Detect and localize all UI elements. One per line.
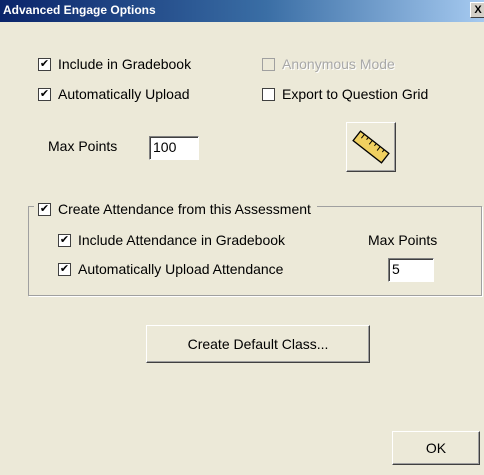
checkbox-box[interactable]: ✔ [58, 262, 71, 276]
ruler-icon [352, 130, 390, 164]
checkbox-box[interactable]: ✔ [38, 87, 51, 101]
ok-button[interactable]: OK [392, 431, 480, 465]
max-points-input[interactable]: 100 [149, 136, 199, 160]
title-bar: Advanced Engage Options [0, 0, 484, 22]
checkbox-box[interactable]: ✔ [38, 57, 51, 71]
window-title: Advanced Engage Options [3, 3, 156, 17]
attendance-upload-checkbox[interactable]: ✔ Automatically Upload Attendance [58, 261, 283, 277]
auto-upload-checkbox[interactable]: ✔ Automatically Upload [38, 86, 190, 102]
attendance-max-points-input[interactable]: 5 [388, 258, 434, 282]
checkbox-box[interactable]: ✔ [38, 202, 51, 216]
attendance-gradebook-checkbox[interactable]: ✔ Include Attendance in Gradebook [58, 232, 285, 248]
attendance-gradebook-label: Include Attendance in Gradebook [78, 232, 286, 248]
auto-upload-label: Automatically Upload [58, 86, 190, 102]
attendance-group [28, 206, 482, 296]
include-gradebook-checkbox[interactable]: ✔ Include in Gradebook [38, 56, 191, 72]
max-points-label: Max Points [48, 138, 118, 154]
checkbox-box[interactable] [262, 87, 275, 101]
close-button[interactable]: X [470, 2, 484, 18]
attendance-upload-label: Automatically Upload Attendance [78, 261, 284, 277]
include-gradebook-label: Include in Gradebook [58, 56, 192, 72]
attendance-max-points-label: Max Points [368, 232, 438, 248]
anonymous-mode-checkbox: Anonymous Mode [262, 56, 395, 72]
anonymous-mode-label: Anonymous Mode [282, 56, 395, 72]
checkbox-box [262, 57, 275, 71]
create-default-class-button[interactable]: Create Default Class... [146, 325, 370, 363]
ruler-button[interactable] [346, 122, 396, 172]
checkbox-box[interactable]: ✔ [58, 233, 71, 247]
export-grid-checkbox[interactable]: Export to Question Grid [262, 86, 428, 102]
create-attendance-label: Create Attendance from this Assessment [58, 201, 311, 217]
export-grid-label: Export to Question Grid [282, 86, 429, 102]
create-attendance-checkbox[interactable]: ✔ Create Attendance from this Assessment [34, 201, 317, 217]
